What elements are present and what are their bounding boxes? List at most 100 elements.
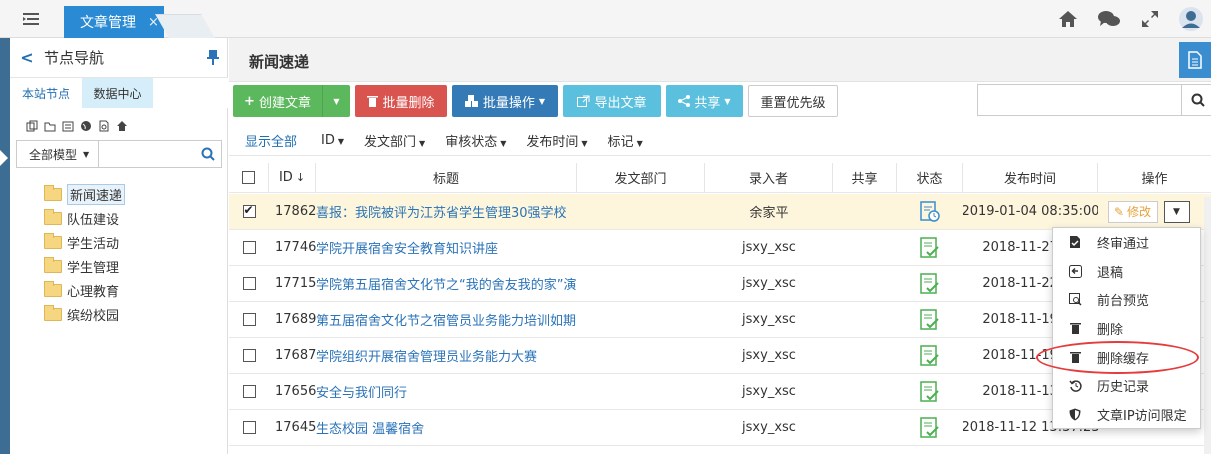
row-entry: jsxy_xsc (742, 384, 796, 399)
row-id: 17689 (275, 312, 316, 327)
header-dept: 发文部门 (577, 163, 705, 192)
tree-node[interactable]: 新闻速递 (44, 182, 126, 206)
row-ops: ✎ 修改 ▼ (1098, 194, 1211, 229)
node-search-input[interactable] (99, 141, 221, 167)
create-article-dropdown-caret[interactable]: ▼ (323, 85, 350, 117)
menu-toggle-button[interactable] (0, 0, 62, 38)
copy-icon[interactable] (26, 120, 38, 132)
tab-article-management[interactable]: 文章管理 × (64, 6, 164, 38)
node-navigation-sidebar: < 节点导航 本站节点 数据中心 全部模型 ▼ 新闻速递 队伍建设 学生活动 学… (0, 38, 228, 454)
edit-icon: ✎ (1113, 204, 1125, 219)
header-id[interactable]: ID ↓ (269, 163, 316, 192)
row-checkbox[interactable] (229, 302, 269, 337)
search-icon[interactable] (201, 147, 215, 165)
row-title-link[interactable]: 学院第五届宿舍文化节之“我的舍友我的家”演 (316, 266, 577, 301)
row-checkbox[interactable] (229, 410, 269, 445)
sidebar-title: 节点导航 (44, 49, 105, 67)
filter-review-status[interactable]: 审核状态 ▼ (445, 131, 506, 150)
folder-icon (44, 184, 62, 201)
export-article-button[interactable]: 导出文章 (563, 85, 661, 117)
status-approved-icon (897, 302, 963, 337)
chevron-down-icon: ▼ (500, 139, 507, 148)
row-entry: jsxy_xsc (742, 420, 796, 435)
menu-item-reject[interactable]: 退稿 (1053, 257, 1200, 286)
filter-mark[interactable]: 标记 ▼ (608, 131, 643, 150)
folder-list-icon[interactable] (62, 120, 74, 132)
chevron-down-icon: ▼ (538, 96, 546, 106)
create-article-label: 创建文章 (258, 95, 311, 111)
select-all-checkbox[interactable] (229, 163, 269, 192)
tree-node[interactable]: 学生管理 (44, 254, 125, 278)
row-checkbox[interactable] (229, 194, 269, 229)
filter-show-all[interactable]: 显示全部 (245, 131, 297, 150)
row-title-link[interactable]: 喜报：我院被评为江苏省学生管理30强学校 (316, 194, 577, 229)
reset-priority-button[interactable]: 重置优先级 (748, 85, 838, 117)
row-checkbox[interactable] (229, 230, 269, 265)
row-checkbox[interactable] (229, 338, 269, 373)
collapse-sidebar-icon[interactable]: < (10, 48, 44, 67)
tab-data-center[interactable]: 数据中心 (82, 78, 153, 108)
tab-placeholder (155, 14, 215, 38)
share-button[interactable]: 共享 ▼ (666, 85, 743, 117)
menu-item-delete[interactable]: 删除 (1053, 314, 1200, 343)
chat-icon[interactable] (1088, 0, 1129, 38)
document-search-icon[interactable] (98, 120, 110, 132)
menu-item-preview[interactable]: 前台预览 (1053, 285, 1200, 314)
subtab-filler (153, 78, 228, 108)
filter-id[interactable]: ID ▼ (321, 133, 344, 148)
chevron-down-icon: ▼ (636, 139, 643, 148)
filter-dept[interactable]: 发文部门 ▼ (364, 131, 425, 150)
search-button[interactable] (1181, 84, 1211, 116)
status-approved-icon (897, 410, 963, 445)
batch-operations-button[interactable]: 批量操作 ▼ (452, 85, 558, 117)
globe-icon[interactable] (80, 120, 92, 132)
highlight-annotation (1036, 341, 1199, 374)
scrollbar[interactable] (1204, 197, 1211, 454)
row-checkbox[interactable] (229, 374, 269, 409)
filter-publish-time[interactable]: 发布时间 ▼ (526, 131, 587, 150)
row-checkbox[interactable] (229, 266, 269, 301)
row-title-link[interactable]: 生态校园 温馨宿舍 (316, 410, 577, 445)
batch-delete-button[interactable]: 批量删除 (355, 85, 447, 117)
tree-node[interactable]: 学生活动 (44, 230, 125, 254)
tree-node[interactable]: 心理教育 (44, 278, 125, 302)
model-select[interactable]: 全部模型 ▼ (17, 141, 99, 167)
edit-button[interactable]: ✎ 修改 (1107, 200, 1158, 223)
row-title-link[interactable]: 安全与我们同行 (316, 374, 577, 409)
header-status: 状态 (897, 163, 963, 192)
export-article-label: 导出文章 (594, 95, 647, 111)
sidebar-pointer (0, 150, 8, 166)
tree-node[interactable]: 队伍建设 (44, 206, 125, 230)
create-article-button[interactable]: + 创建文章 ▼ (233, 85, 350, 117)
menu-item-final-approve[interactable]: 终审通过 (1053, 228, 1200, 257)
chevron-down-icon: ▼ (724, 96, 731, 106)
row-entry: jsxy_xsc (742, 276, 796, 291)
row-title-link[interactable]: 学院开展宿舍安全教育知识讲座 (316, 230, 577, 265)
row-title-link[interactable]: 第五届宿舍文化节之宿管员业务能力培训如期 (316, 302, 577, 337)
shield-icon (1053, 408, 1097, 421)
tree-node[interactable]: 缤纷校园 (44, 302, 125, 326)
document-icon[interactable] (1179, 42, 1211, 78)
expand-icon[interactable] (1129, 0, 1170, 38)
edit-label: 修改 (1127, 205, 1152, 219)
row-title-link[interactable]: 学院组织开展宿舍管理员业务能力大赛 (316, 338, 577, 373)
status-approved-icon (897, 374, 963, 409)
status-approved-icon (897, 338, 963, 373)
tree-node-label: 队伍建设 (67, 212, 120, 228)
menu-item-ip-restrict[interactable]: 文章IP访问限定 (1053, 400, 1200, 429)
article-search-input[interactable] (977, 84, 1181, 116)
folder-open-icon[interactable] (44, 120, 56, 132)
menu-item-history[interactable]: 历史记录 (1053, 371, 1200, 400)
home-small-icon[interactable] (116, 120, 128, 132)
user-avatar-icon[interactable] (1170, 0, 1211, 38)
tab-site-nodes[interactable]: 本站节点 (10, 78, 82, 108)
pin-icon[interactable] (206, 49, 220, 69)
batch-operations-label: 批量操作 (482, 95, 535, 111)
row-actions-dropdown-button[interactable]: ▼ (1163, 200, 1190, 223)
home-icon[interactable] (1047, 0, 1088, 38)
table-row[interactable]: 17862 喜报：我院被评为江苏省学生管理30强学校 余家平 2019-01-0… (229, 194, 1211, 230)
status-approved-icon (897, 230, 963, 265)
page-header: 新闻速递 (229, 38, 1211, 82)
tree-node-label: 新闻速递 (67, 183, 126, 205)
table-header: ID ↓ 标题 发文部门 录入者 共享 状态 发布时间 操作 (229, 163, 1211, 193)
